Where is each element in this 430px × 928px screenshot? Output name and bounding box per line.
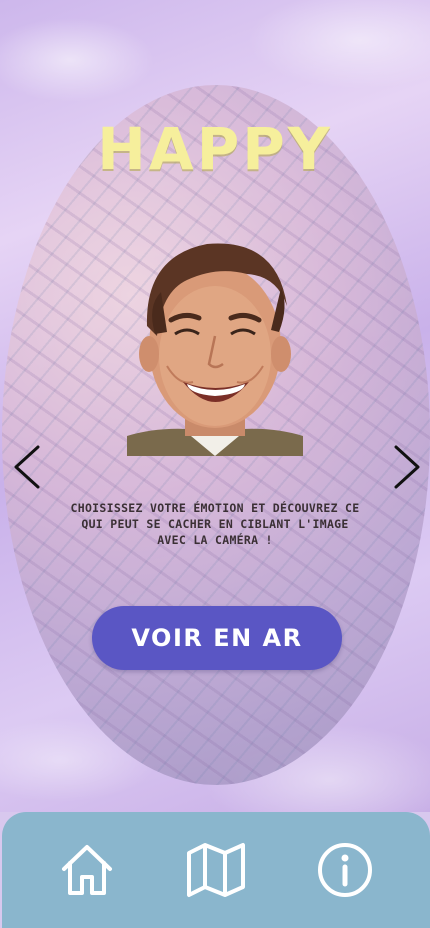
- map-tab-button[interactable]: [181, 835, 251, 905]
- info-tab-button[interactable]: [310, 835, 380, 905]
- map-icon: [186, 843, 245, 897]
- instructions-text: CHOISISSEZ VOTRE ÉMOTION ET DÉCOUVREZ CE…: [70, 501, 360, 547]
- bottom-navigation-bar: [2, 812, 430, 928]
- emotion-photo: [127, 236, 303, 456]
- next-emotion-button[interactable]: [384, 444, 430, 490]
- home-tab-button[interactable]: [52, 835, 122, 905]
- home-icon: [61, 845, 112, 895]
- view-in-ar-button[interactable]: VOIR EN AR: [92, 606, 342, 670]
- previous-emotion-button[interactable]: [4, 444, 50, 490]
- info-icon: [318, 843, 373, 897]
- chevron-right-icon: [394, 445, 420, 489]
- chevron-left-icon: [14, 445, 40, 489]
- emotion-title: HAPPY: [97, 115, 333, 183]
